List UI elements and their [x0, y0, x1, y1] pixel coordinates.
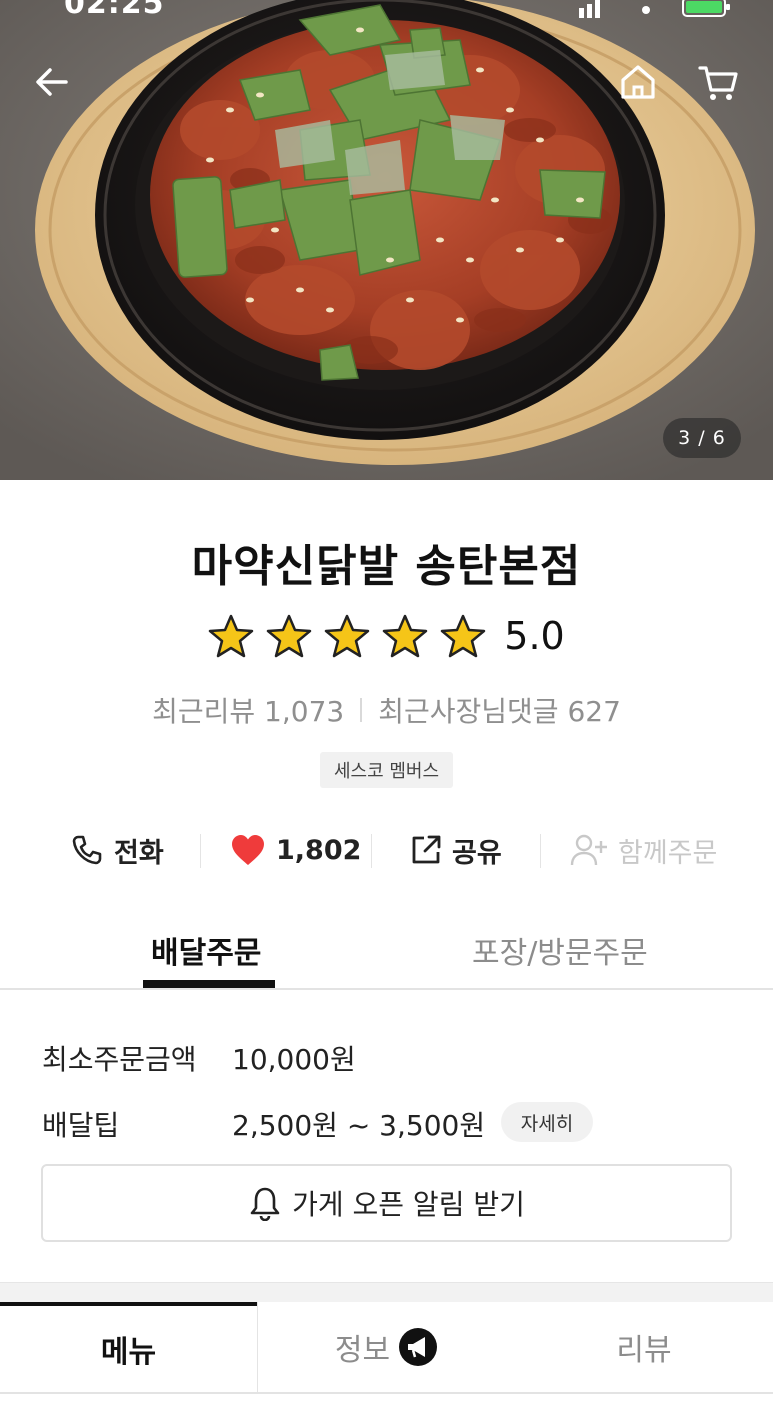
photo-counter: 3 / 6: [663, 418, 741, 458]
tab-menu-label: 메뉴: [100, 1335, 157, 1370]
arrow-left-icon: [36, 68, 68, 96]
divider: [360, 698, 363, 722]
status-time: 02:25: [64, 0, 165, 21]
battery-icon: [682, 0, 730, 17]
status-icons: [577, 0, 733, 20]
heart-icon: [232, 835, 264, 865]
call-button[interactable]: 전화: [70, 822, 164, 878]
star-icon: [267, 614, 312, 658]
notify-label: 가게 오픈 알림 받기: [292, 1188, 525, 1221]
store-open-notify-button[interactable]: 가게 오픈 알림 받기: [41, 1164, 732, 1242]
owner-reply-count[interactable]: 최근사장님댓글 627: [378, 690, 621, 730]
like-count: 1,802: [276, 834, 362, 866]
tab-info[interactable]: 정보: [258, 1302, 515, 1392]
phone-icon: [72, 835, 102, 865]
delivery-tip-label: 배달팁: [42, 1109, 120, 1142]
tip-detail-button[interactable]: 자세히: [501, 1102, 593, 1142]
divider: [200, 834, 201, 868]
cesco-badge: 세스코 멤버스: [320, 752, 453, 788]
cart-icon: [698, 66, 738, 100]
rating-row: 5.0: [0, 614, 773, 658]
signal-icon: [579, 0, 600, 18]
store-photo[interactable]: 02:25 3 / 6: [0, 0, 773, 480]
delivery-tip-value: 2,500원 ~ 3,500원: [232, 1109, 486, 1142]
share-label: 공유: [452, 837, 502, 869]
group-order-button[interactable]: 함께주문: [570, 822, 717, 878]
store-section-tabs: 메뉴 정보 리뷰: [0, 1302, 773, 1407]
star-icon: [383, 614, 428, 658]
rating-value: 5.0: [504, 614, 565, 658]
back-button[interactable]: [28, 58, 76, 106]
home-button[interactable]: [614, 58, 662, 106]
rating-stars: [208, 614, 486, 658]
group-order-label: 함께주문: [618, 837, 718, 869]
share-button[interactable]: 공유: [410, 822, 502, 878]
review-stats: 최근리뷰 1,073 최근사장님댓글 627: [0, 690, 773, 730]
active-tab-indicator: [143, 980, 275, 988]
call-label: 전화: [114, 837, 164, 869]
section-separator: [0, 1282, 773, 1302]
min-order-value: 10,000원: [232, 1043, 356, 1076]
star-icon: [209, 614, 254, 658]
tab-review-label: 리뷰: [616, 1333, 672, 1368]
share-icon: [412, 835, 441, 864]
add-user-icon: [570, 834, 607, 866]
recent-review-count[interactable]: 최근리뷰 1,073: [152, 690, 344, 730]
cart-button[interactable]: [694, 58, 742, 106]
tab-delivery-order[interactable]: 배달주문: [151, 928, 261, 972]
min-order-label: 최소주문금액: [42, 1043, 197, 1076]
divider: [0, 988, 773, 990]
star-icon: [325, 614, 370, 658]
divider: [0, 1392, 773, 1394]
megaphone-icon: [399, 1328, 438, 1366]
divider: [540, 834, 541, 868]
wifi-icon: [642, 6, 650, 14]
tab-menu[interactable]: 메뉴: [0, 1302, 257, 1392]
like-button[interactable]: 1,802: [230, 822, 361, 878]
tab-info-label: 정보: [334, 1333, 391, 1368]
tab-review[interactable]: 리뷰: [515, 1302, 773, 1392]
action-bar: 전화 1,802 공유 함께주문: [0, 822, 773, 878]
tab-pickup-order[interactable]: 포장/방문주문: [472, 928, 648, 972]
home-icon: [621, 65, 655, 99]
divider: [371, 834, 372, 868]
star-icon: [441, 614, 486, 658]
store-name: 마약신닭발 송탄본점: [191, 541, 582, 592]
bell-icon: [250, 1187, 280, 1221]
